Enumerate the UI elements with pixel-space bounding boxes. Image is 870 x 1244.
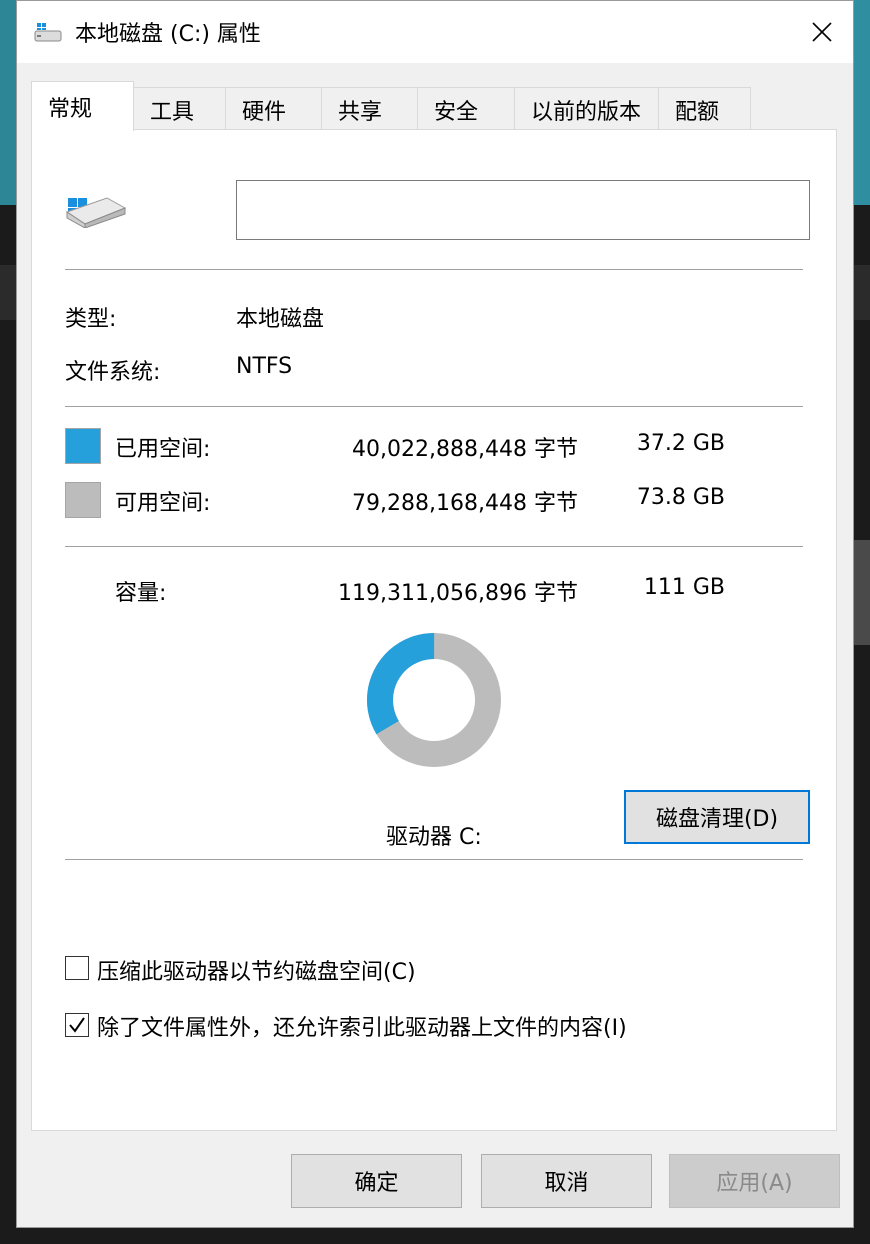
used-space-bytes: 40,022,888,448 字节 [352,437,578,462]
free-space-size: 73.8 GB [636,485,725,510]
disk-cleanup-button[interactable]: 磁盘清理(D) [624,790,810,844]
tab-quota[interactable]: 配额 [658,87,751,131]
free-space-bytes: 79,288,168,448 字节 [352,491,578,516]
drive-icon [34,23,62,42]
tab-general[interactable]: 常规 [31,81,134,131]
compress-drive-label[interactable]: 压缩此驱动器以节约磁盘空间(C) [97,954,416,986]
general-panel: 类型: 本地磁盘 文件系统: NTFS 已用空间: 40,022,888,448… [31,129,837,1131]
drive-icon [65,197,127,228]
tab-strip: 常规 工具 硬件 共享 安全 以前的版本 配额 [31,81,751,131]
title-bar[interactable]: 本地磁盘 (C:) 属性 [17,1,853,63]
capacity-bytes: 119,311,056,896 字节 [338,581,578,606]
filesystem-value: NTFS [236,354,293,379]
tab-security[interactable]: 安全 [417,87,515,131]
capacity-label: 容量: [115,581,167,606]
divider [65,269,803,271]
ok-button[interactable]: 确定 [291,1154,462,1208]
filesystem-label: 文件系统: [65,360,161,385]
compress-drive-checkbox[interactable] [65,956,89,980]
divider [65,406,803,408]
window-title: 本地磁盘 (C:) 属性 [75,22,261,47]
free-space-label: 可用空间: [115,491,211,516]
tab-tools[interactable]: 工具 [133,87,226,131]
volume-label-input[interactable] [236,180,810,240]
cancel-button[interactable]: 取消 [481,1154,652,1208]
used-space-size: 37.2 GB [636,431,725,456]
type-value: 本地磁盘 [236,307,325,332]
usage-donut-chart [366,633,501,767]
capacity-size: 111 GB [643,575,725,600]
check-icon [69,1017,85,1033]
close-button[interactable] [791,1,853,63]
index-contents-label[interactable]: 除了文件属性外，还允许索引此驱动器上文件的内容(I) [97,1010,627,1042]
divider [65,546,803,548]
used-space-label: 已用空间: [115,437,211,462]
used-space-swatch [65,428,101,464]
tab-hardware[interactable]: 硬件 [225,87,322,131]
close-icon [812,22,832,42]
tab-previous-versions[interactable]: 以前的版本 [514,87,659,131]
properties-dialog: 本地磁盘 (C:) 属性 常规 工具 硬件 共享 安全 以前的版本 配额 类型:… [16,0,854,1228]
free-space-swatch [65,482,101,518]
tab-sharing[interactable]: 共享 [321,87,418,131]
apply-button[interactable]: 应用(A) [669,1154,840,1208]
type-label: 类型: [65,307,117,332]
divider [65,859,803,861]
index-contents-checkbox[interactable] [65,1013,89,1037]
drive-letter-label: 驱动器 C: [386,825,482,850]
